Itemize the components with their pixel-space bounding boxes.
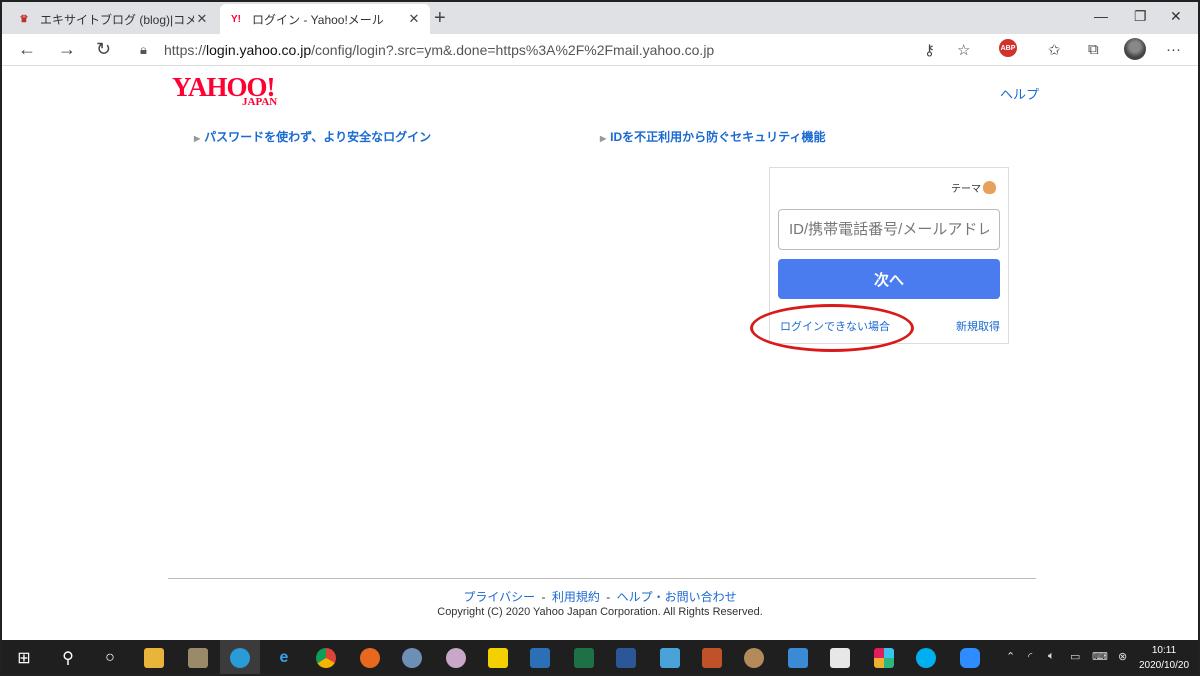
adblock-extension-icon[interactable]: ABP [999, 39, 1017, 57]
tab-strip: ♛ エキサイトブログ (blog)|コメント・トラ ✕ Y! ログイン - Ya… [2, 2, 1198, 34]
notification-icon[interactable]: ⊗ [1118, 650, 1127, 663]
forward-icon[interactable]: → [58, 39, 76, 60]
zoom-icon[interactable] [958, 646, 982, 670]
close-icon[interactable]: ✕ [406, 11, 422, 27]
whiteboard-icon[interactable] [828, 646, 852, 670]
tab-excite-blog[interactable]: ♛ エキサイトブログ (blog)|コメント・トラ ✕ [8, 4, 218, 34]
volume-icon[interactable]: 🔈︎ [1048, 650, 1055, 663]
tab-yahoo-login[interactable]: Y! ログイン - Yahoo!メール ✕ [220, 4, 430, 34]
wifi-icon[interactable]: ◜ [1028, 650, 1032, 663]
chrome-icon[interactable] [314, 646, 338, 670]
paint3d-icon[interactable] [742, 646, 766, 670]
tab-title: エキサイトブログ (blog)|コメント・トラ [40, 12, 194, 27]
paint-icon[interactable] [444, 646, 468, 670]
battery-icon[interactable]: ▭ [1070, 650, 1080, 663]
favorites-icon[interactable]: ✩ [1048, 41, 1061, 59]
photos-icon[interactable] [186, 646, 210, 670]
footer-links: プライバシー - 利用規約 - ヘルプ・お問い合わせ [463, 590, 737, 604]
privacy-link[interactable]: プライバシー [463, 590, 535, 604]
taskbar-clock[interactable]: 10:11 2020/10/20 [1134, 643, 1194, 673]
refresh-icon[interactable]: ↻ [96, 39, 111, 60]
next-button[interactable]: 次へ [778, 259, 1000, 299]
excite-icon: ♛ [19, 13, 29, 25]
id-input[interactable] [778, 209, 1000, 250]
safari-icon[interactable] [400, 646, 424, 670]
close-icon[interactable]: ✕ [194, 11, 210, 27]
browser-toolbar: ← → ↻ 🔒︎ https://login.yahoo.co.jp/confi… [2, 34, 1198, 66]
sticky-notes-icon[interactable] [486, 646, 510, 670]
passwordless-promo-link[interactable]: ▶ パスワードを使わず、より安全なログイン [194, 128, 431, 145]
url-text: https://login.yahoo.co.jp/config/login?.… [164, 42, 715, 58]
toolbox-icon[interactable] [700, 646, 724, 670]
back-icon[interactable]: ← [18, 39, 36, 60]
terms-link[interactable]: 利用規約 [552, 590, 600, 604]
address-bar[interactable]: 🔒︎ https://login.yahoo.co.jp/config/logi… [130, 37, 980, 63]
file-explorer-icon[interactable] [142, 646, 166, 670]
word-icon[interactable] [614, 646, 638, 670]
signup-link[interactable]: 新規取得 [956, 318, 1000, 334]
cat-icon [983, 181, 996, 194]
yahoo-icon: Y! [231, 13, 241, 25]
edge-icon[interactable] [228, 646, 252, 670]
remote-desktop-icon[interactable] [786, 646, 810, 670]
taskbar: ⊞ ⚲ ○ e ⌃ ◜ 🔈︎ ▭ ⌨ ⊗ 10:11 2020/10/20 [2, 640, 1198, 674]
browser-window: ♛ エキサイトブログ (blog)|コメント・トラ ✕ Y! ログイン - Ya… [0, 0, 1200, 676]
restore-icon[interactable]: ❐ [1134, 8, 1147, 25]
triangle-icon: ▶ [194, 134, 201, 143]
menu-icon[interactable]: ··· [1166, 41, 1181, 58]
chevron-up-icon[interactable]: ⌃ [1006, 650, 1015, 663]
minimize-icon[interactable]: — [1094, 8, 1108, 24]
profile-avatar[interactable] [1124, 38, 1146, 60]
footer-divider [168, 578, 1036, 579]
copyright-text: Copyright (C) 2020 Yahoo Japan Corporati… [437, 606, 763, 618]
app-icon[interactable] [658, 646, 682, 670]
triangle-icon: ▶ [600, 134, 607, 143]
help-contact-link[interactable]: ヘルプ・お問い合わせ [617, 590, 737, 604]
key-icon[interactable]: ⚷ [924, 41, 935, 59]
ie-icon[interactable]: e [272, 646, 296, 670]
yahoo-japan-logo[interactable]: YAHOO! JAPAN [172, 74, 302, 110]
lock-icon: 🔒︎ [140, 42, 147, 57]
tool-icon[interactable] [528, 646, 552, 670]
start-icon[interactable]: ⊞ [12, 646, 36, 670]
skype-icon[interactable] [914, 646, 938, 670]
keyboard-icon[interactable]: ⌨ [1092, 650, 1108, 663]
window-close-icon[interactable]: ✕ [1170, 8, 1182, 25]
collections-icon[interactable]: ⧉ [1088, 41, 1099, 58]
new-tab-button[interactable]: + [434, 7, 446, 30]
firefox-icon[interactable] [358, 646, 382, 670]
slack-icon[interactable] [872, 646, 896, 670]
cortana-icon[interactable]: ○ [98, 646, 122, 670]
theme-button[interactable]: テーマ [951, 180, 996, 195]
search-icon[interactable]: ⚲ [56, 646, 80, 670]
red-annotation-circle [750, 304, 914, 352]
excel-icon[interactable] [572, 646, 596, 670]
star-icon[interactable]: ☆ [957, 41, 970, 59]
tab-title: ログイン - Yahoo!メール [252, 12, 384, 27]
help-link[interactable]: ヘルプ [1000, 84, 1039, 103]
security-promo-link[interactable]: ▶ IDを不正利用から防ぐセキュリティ機能 [600, 128, 825, 145]
